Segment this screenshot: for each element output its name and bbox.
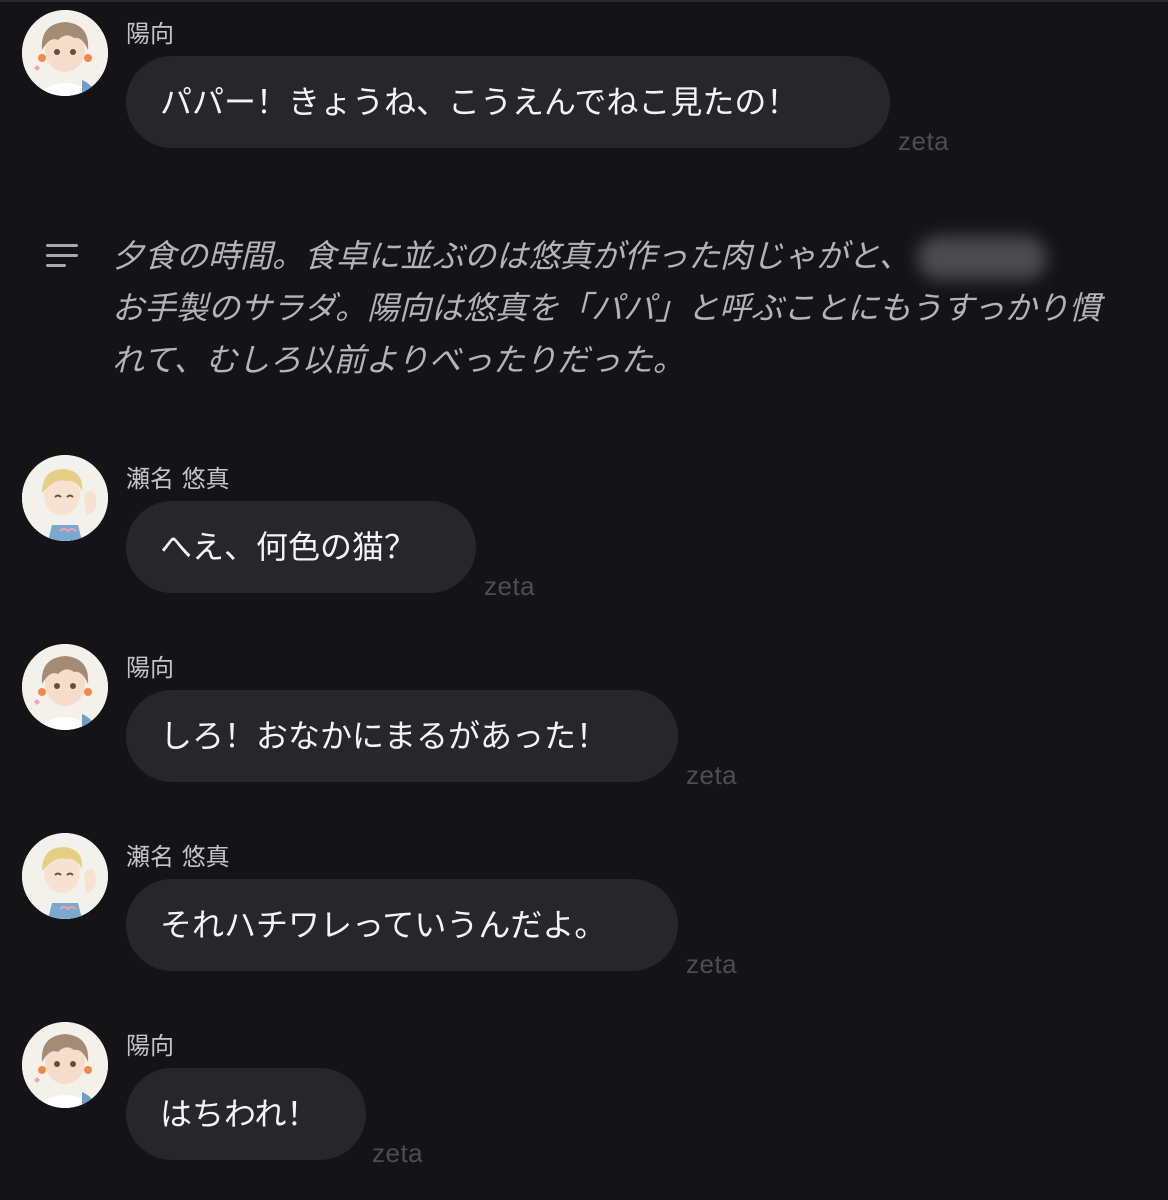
hinata-avatar-icon <box>22 10 108 96</box>
watermark: zeta <box>686 760 738 790</box>
narration-line: お手製のサラダ。陽向は悠真を「パパ」と呼ぶことにもうすっかり慣れて、むしろ以前よ… <box>112 289 1101 379</box>
message-bubble[interactable]: パパー！きょうね、こうえんでねこ見たの！ <box>126 56 890 148</box>
hinata-avatar-icon <box>22 644 108 730</box>
blurred-redaction <box>916 236 1047 280</box>
narration-text: 夕食の時間。食卓に並ぶのは悠真が作った肉じゃがと、 お手製のサラダ。陽向は悠真を… <box>112 230 1112 386</box>
sender-name: 陽向 <box>126 20 174 48</box>
watermark: zeta <box>372 1138 424 1168</box>
hinata-avatar-icon <box>22 1022 108 1108</box>
yuma-avatar-icon <box>22 833 108 919</box>
yuma-avatar-icon <box>22 455 108 541</box>
message-bubble[interactable]: しろ！おなかにまるがあった！ <box>126 690 678 782</box>
top-divider <box>0 0 1168 2</box>
avatar[interactable] <box>22 455 108 541</box>
watermark: zeta <box>484 571 536 601</box>
message-bubble[interactable]: それハチワレっていうんだよ。 <box>126 879 678 971</box>
watermark: zeta <box>686 949 738 979</box>
narration-line: 夕食の時間。食卓に並ぶのは悠真が作った肉じゃがと、 <box>112 237 911 275</box>
sender-name: 瀬名 悠真 <box>126 465 230 493</box>
message-bubble[interactable]: へえ、何色の猫？ <box>126 501 476 593</box>
menu-lines-icon[interactable] <box>46 242 80 270</box>
avatar[interactable] <box>22 644 108 730</box>
sender-name: 陽向 <box>126 654 174 682</box>
sender-name: 瀬名 悠真 <box>126 843 230 871</box>
avatar[interactable] <box>22 833 108 919</box>
narration-block: 夕食の時間。食卓に並ぶのは悠真が作った肉じゃがと、 お手製のサラダ。陽向は悠真を… <box>0 214 1168 394</box>
message-bubble[interactable]: はちわれ！ <box>126 1068 366 1160</box>
sender-name: 陽向 <box>126 1032 174 1060</box>
avatar[interactable] <box>22 10 108 96</box>
watermark: zeta <box>898 126 950 156</box>
avatar[interactable] <box>22 1022 108 1108</box>
